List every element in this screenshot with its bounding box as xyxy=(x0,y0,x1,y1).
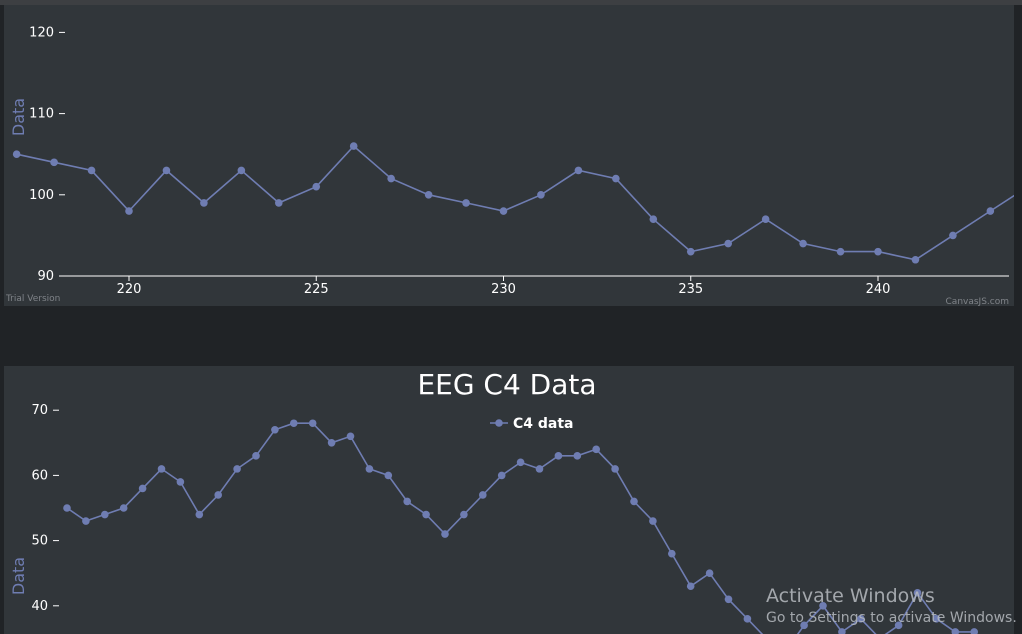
data-point xyxy=(630,497,638,506)
data-point xyxy=(237,166,246,175)
y-axis-title: Data xyxy=(9,98,28,136)
data-point xyxy=(50,158,58,167)
data-point xyxy=(986,207,995,215)
data-point xyxy=(668,549,676,558)
data-point xyxy=(649,517,657,525)
data-point xyxy=(441,530,449,538)
data-point xyxy=(743,615,752,623)
data-point xyxy=(554,452,563,460)
data-point xyxy=(308,419,317,428)
data-point xyxy=(649,215,658,223)
data-point xyxy=(724,239,732,248)
data-point xyxy=(82,517,90,525)
x-tick-label: 235 xyxy=(678,282,703,297)
data-point xyxy=(951,628,960,634)
data-point xyxy=(535,465,544,473)
data-point xyxy=(119,504,128,512)
data-point xyxy=(176,478,185,486)
data-point xyxy=(686,582,695,591)
data-point xyxy=(349,142,358,150)
canvasjs-credit-link[interactable]: CanvasJS.com xyxy=(946,297,1009,306)
data-point xyxy=(403,497,412,506)
data-point xyxy=(612,174,620,183)
line-chart-top: 90100110120 2202252302352402452502552602… xyxy=(5,25,1014,306)
series-points xyxy=(12,142,995,264)
legend-label: C4 data xyxy=(513,416,574,432)
data-point xyxy=(497,471,506,480)
x-tick-label: 230 xyxy=(491,282,516,297)
data-point xyxy=(195,510,204,519)
data-point xyxy=(275,199,283,207)
data-point xyxy=(516,458,525,467)
y-tick-label: 120 xyxy=(29,25,54,40)
data-point xyxy=(949,231,957,240)
data-point xyxy=(327,439,336,447)
data-point xyxy=(200,199,208,207)
data-point xyxy=(365,465,374,473)
data-point xyxy=(233,465,241,473)
data-point xyxy=(424,191,433,199)
chart-title: EEG C4 Data xyxy=(417,368,596,401)
trial-version-note: Trial Version xyxy=(5,294,60,304)
y-tick-label: 50 xyxy=(31,534,48,549)
data-point xyxy=(705,569,714,577)
data-point xyxy=(138,484,147,493)
data-point xyxy=(312,182,321,191)
data-point xyxy=(911,255,920,264)
data-point xyxy=(574,166,583,175)
y-tick-label: 100 xyxy=(29,188,54,203)
activate-windows-subtitle: Go to Settings to activate Windows. xyxy=(766,610,1017,626)
data-point xyxy=(252,452,260,460)
data-point xyxy=(462,199,470,207)
data-point xyxy=(970,628,978,634)
data-point xyxy=(761,215,770,223)
data-point xyxy=(573,452,582,460)
data-point xyxy=(271,425,279,434)
data-point xyxy=(724,595,733,604)
y-tick-label: 70 xyxy=(31,403,48,418)
data-point xyxy=(460,510,468,519)
data-point xyxy=(479,491,487,499)
y-axis-ticks: 40 50 60 70 xyxy=(31,403,59,614)
x-tick-label: 225 xyxy=(304,282,329,297)
data-point xyxy=(686,247,695,256)
y-tick-label: 60 xyxy=(31,468,48,483)
data-point xyxy=(125,207,133,215)
data-point xyxy=(836,247,845,256)
data-point xyxy=(384,471,393,480)
y-tick-label: 90 xyxy=(37,269,54,284)
data-point xyxy=(537,191,545,199)
activate-windows-title: Activate Windows xyxy=(766,585,935,607)
data-point xyxy=(346,432,355,441)
data-point xyxy=(157,465,166,473)
data-point xyxy=(611,465,619,473)
x-tick-label: 240 xyxy=(866,282,891,297)
data-point xyxy=(387,174,395,183)
data-point xyxy=(12,150,21,158)
legend-marker-icon xyxy=(495,419,503,427)
x-axis-ticks: 220225230235240245250255260265 xyxy=(117,276,891,297)
data-point xyxy=(87,166,96,175)
x-tick-label: 220 xyxy=(117,282,142,297)
chart-panel-top: 90100110120 2202252302352402452502552602… xyxy=(4,5,1014,306)
y-axis-title: Data xyxy=(9,557,28,595)
data-point xyxy=(499,207,508,215)
legend[interactable]: C4 data xyxy=(490,416,574,432)
data-point xyxy=(63,504,71,512)
data-point xyxy=(162,166,171,175)
data-point xyxy=(101,510,109,519)
data-point xyxy=(799,239,807,248)
y-tick-label: 110 xyxy=(29,107,54,122)
data-point xyxy=(874,247,882,256)
data-point xyxy=(214,491,222,499)
y-tick-label: 40 xyxy=(31,599,48,614)
y-axis-ticks: 90 100 110 120 xyxy=(29,25,65,284)
data-point xyxy=(290,419,298,428)
data-point xyxy=(422,510,430,519)
series-line xyxy=(16,144,1014,261)
data-point xyxy=(592,445,600,454)
